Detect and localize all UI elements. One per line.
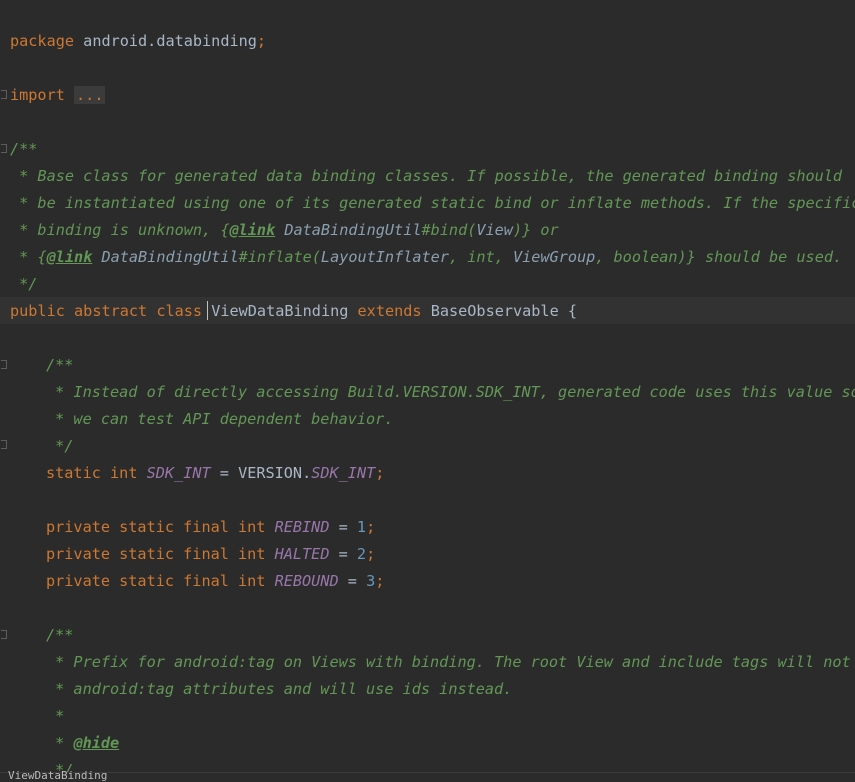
- doc-comment-line[interactable]: * Base class for generated data binding …: [10, 163, 842, 190]
- fold-marker-icon[interactable]: [1, 144, 7, 153]
- javadoc-reference: LayoutInflater: [320, 248, 449, 266]
- doc-comment-line[interactable]: * android:tag attributes and will use id…: [46, 676, 512, 703]
- number-literal: 2: [356, 545, 367, 563]
- comment-text: , int,: [448, 248, 513, 266]
- keyword: extends: [357, 302, 422, 320]
- keyword: int: [110, 464, 138, 482]
- keyword: abstract: [74, 302, 148, 320]
- operator: = VERSION.: [210, 464, 312, 482]
- javadoc-reference: DataBindingUtil: [92, 248, 239, 266]
- comment-text: *: [46, 707, 65, 725]
- keyword: class: [156, 302, 203, 320]
- doc-comment-line[interactable]: */: [10, 271, 37, 298]
- operator: =: [329, 518, 357, 536]
- comment-text: #inflate(: [238, 248, 321, 266]
- javadoc-reference: DataBindingUtil: [275, 221, 422, 239]
- semicolon: ;: [375, 572, 385, 590]
- fold-gutter: [0, 0, 10, 780]
- keyword: package: [10, 32, 75, 50]
- comment-text: {: [37, 248, 47, 266]
- semicolon: ;: [366, 518, 376, 536]
- comment-text: * we can test API dependent behavior.: [46, 410, 394, 428]
- field-name: REBOUND: [274, 572, 339, 590]
- fold-marker-icon[interactable]: [1, 440, 7, 449]
- operator: =: [338, 572, 367, 590]
- doc-comment-line[interactable]: * {@link DataBindingUtil#inflate(LayoutI…: [10, 244, 842, 271]
- semicolon: ;: [375, 464, 385, 482]
- doc-comment-line[interactable]: * we can test API dependent behavior.: [46, 406, 393, 433]
- fold-marker-icon[interactable]: [1, 360, 7, 369]
- code-editor[interactable]: package android.databinding; import ... …: [0, 0, 855, 781]
- doc-comment-line[interactable]: * @hide: [46, 730, 119, 757]
- comment-text: * binding is unknown,: [10, 221, 221, 239]
- doc-comment-line[interactable]: * Prefix for android:tag on Views with b…: [46, 649, 855, 676]
- javadoc-tag: @link: [46, 248, 93, 266]
- number-literal: 1: [356, 518, 367, 536]
- field-name: HALTED: [274, 545, 330, 563]
- comment-text: /**: [46, 626, 74, 644]
- comment-text: /**: [46, 356, 74, 374]
- modifiers: private static final int: [46, 545, 266, 563]
- number-literal: 3: [366, 572, 376, 590]
- javadoc-reference: ViewGroup: [512, 248, 596, 266]
- javadoc-tag: @link: [229, 221, 276, 239]
- package-name: android.databinding: [83, 32, 257, 50]
- comment-text: * Base class for generated data binding …: [10, 167, 843, 185]
- operator: =: [329, 545, 357, 563]
- field-sdk-int-line[interactable]: static int SDK_INT = VERSION.SDK_INT;: [46, 460, 384, 487]
- comment-text: #bind(: [421, 221, 477, 239]
- field-name: REBIND: [274, 518, 330, 536]
- field-rebind-line[interactable]: private static final int REBIND = 1;: [46, 514, 375, 541]
- doc-comment-line[interactable]: * be instantiated using one of its gener…: [10, 190, 855, 217]
- keyword: import: [10, 86, 65, 104]
- doc-comment-line[interactable]: /**: [46, 622, 73, 649]
- doc-comment-line[interactable]: /**: [46, 352, 73, 379]
- folded-imports[interactable]: ...: [74, 86, 106, 104]
- comment-text: * be instantiated using one of its gener…: [10, 194, 855, 212]
- javadoc-tag: @hide: [73, 734, 120, 752]
- comment-text: *: [46, 734, 74, 752]
- keyword: public: [10, 302, 65, 320]
- package-line[interactable]: package android.databinding;: [10, 28, 266, 55]
- comment-text: */: [46, 437, 74, 455]
- field-rebound-line[interactable]: private static final int REBOUND = 3;: [46, 568, 384, 595]
- field-halted-line[interactable]: private static final int HALTED = 2;: [46, 541, 375, 568]
- comment-text: /**: [10, 140, 38, 158]
- fold-marker-icon[interactable]: [1, 630, 7, 639]
- brace: {: [567, 302, 578, 320]
- comment-text: * Prefix for android:tag on Views with b…: [46, 653, 855, 671]
- import-line[interactable]: import ...: [10, 82, 106, 109]
- keyword: static: [46, 464, 101, 482]
- doc-comment-line[interactable]: *: [46, 703, 64, 730]
- class-declaration-line[interactable]: public abstract class ViewDataBinding ex…: [10, 298, 577, 325]
- comment-text: */: [10, 275, 38, 293]
- comment-text: , boolean)} should be used.: [595, 248, 843, 266]
- field-reference: SDK_INT: [311, 464, 376, 482]
- field-name: SDK_INT: [146, 464, 211, 482]
- semicolon: ;: [366, 545, 376, 563]
- modifiers: private static final int: [46, 518, 266, 536]
- class-name: ViewDataBinding: [211, 302, 349, 320]
- doc-comment-line[interactable]: /**: [10, 136, 37, 163]
- doc-comment-line[interactable]: * binding is unknown, {@link DataBinding…: [10, 217, 559, 244]
- javadoc-reference: View: [476, 221, 513, 239]
- doc-comment-line[interactable]: * Instead of directly accessing Build.VE…: [46, 379, 855, 406]
- base-class-name: BaseObservable: [430, 302, 559, 320]
- doc-comment-line[interactable]: */: [46, 433, 73, 460]
- semicolon: ;: [256, 32, 267, 50]
- comment-text: * android:tag attributes and will use id…: [46, 680, 513, 698]
- modifiers: private static final int: [46, 572, 266, 590]
- comment-text: )} or: [512, 221, 559, 239]
- fold-marker-icon[interactable]: [1, 90, 7, 99]
- comment-text: *: [10, 248, 38, 266]
- comment-text: * Instead of directly accessing Build.VE…: [46, 383, 855, 401]
